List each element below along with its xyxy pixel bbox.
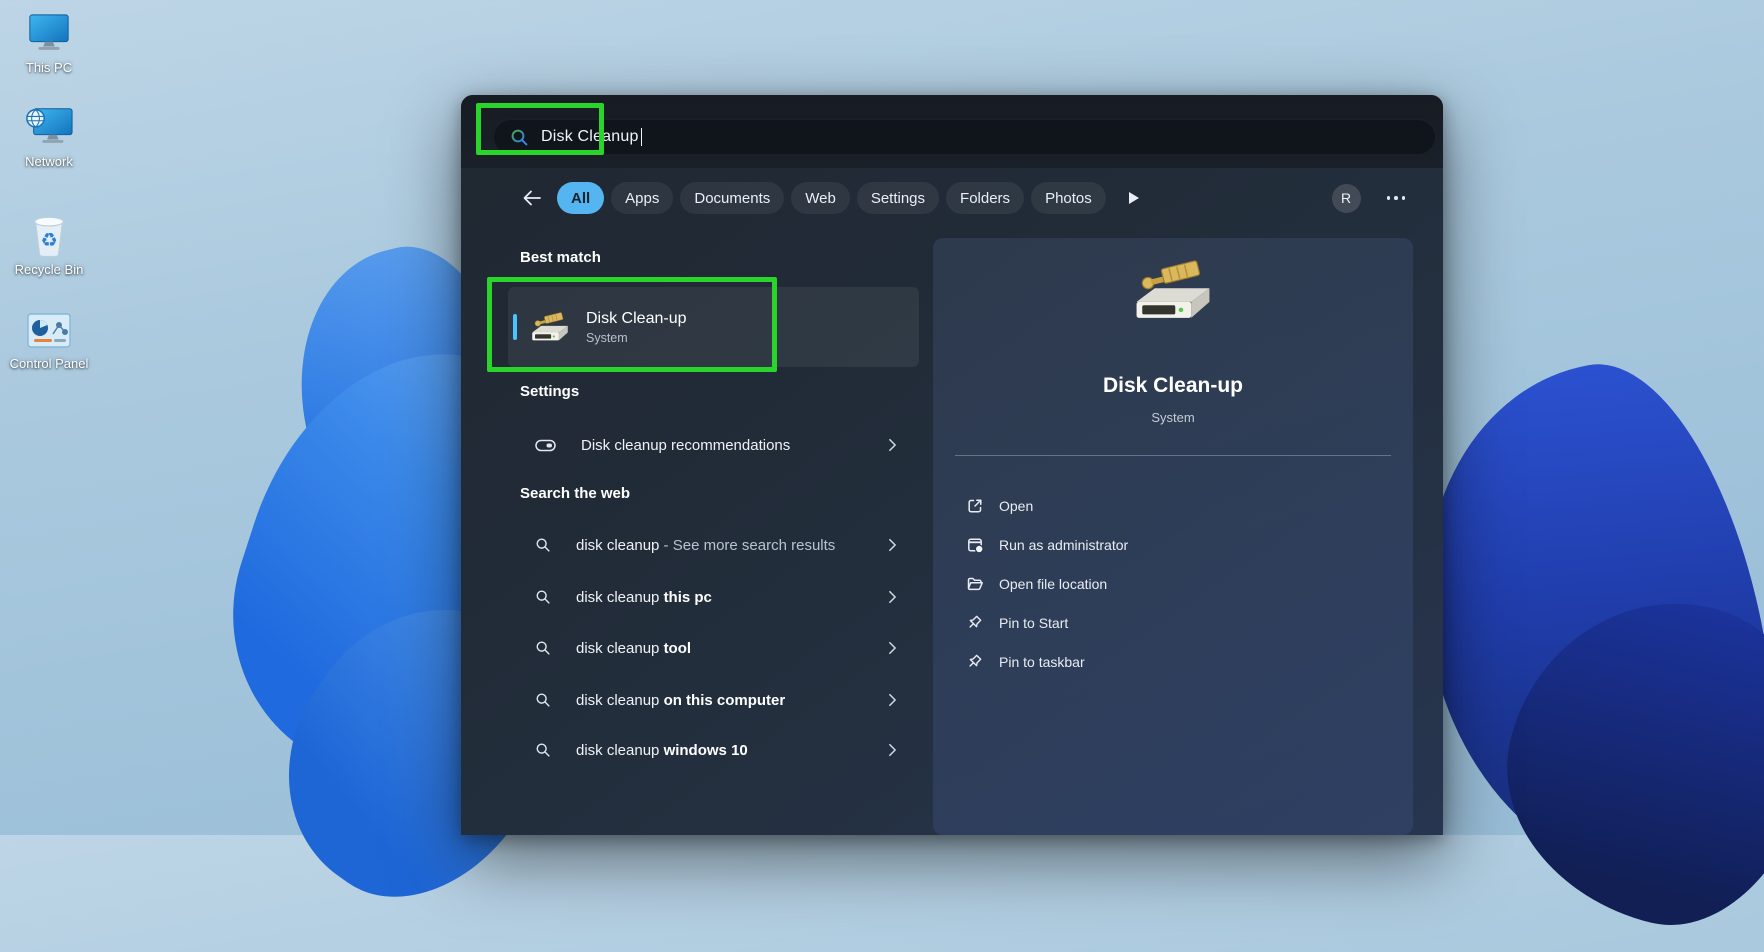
desktop-icon-control-panel[interactable]: Control Panel: [6, 306, 92, 371]
web-suggestion[interactable]: disk cleanup tool: [508, 626, 919, 670]
pin-icon: [965, 613, 984, 632]
tab-folders[interactable]: Folders: [946, 182, 1025, 214]
tab-settings[interactable]: Settings: [856, 182, 940, 214]
action-open-file-location[interactable]: Open file location: [933, 564, 1413, 603]
search-input[interactable]: Disk Cleanup: [493, 119, 1436, 155]
search-icon: [536, 641, 550, 655]
web-suggestion[interactable]: disk cleanup windows 10: [508, 728, 919, 772]
more-options-icon[interactable]: [1386, 196, 1405, 200]
search-icon: [511, 129, 528, 145]
disk-cleanup-icon: [1136, 260, 1210, 318]
this-pc-icon: [6, 10, 92, 56]
best-match-heading: Best match: [520, 249, 601, 266]
action-label: Pin to Start: [999, 614, 1069, 631]
search-flyout-panel: Disk Cleanup All Apps Documents Web Sett…: [461, 95, 1443, 835]
tab-apps[interactable]: Apps: [611, 182, 674, 214]
search-query-text: Disk Cleanup: [541, 128, 639, 145]
settings-result-disk-cleanup-recommendations[interactable]: Disk cleanup recommendations: [508, 423, 919, 467]
best-match-result[interactable]: Disk Clean-up System: [508, 287, 919, 367]
folder-open-icon: [965, 574, 984, 593]
suggestion-completion: on this computer: [663, 691, 786, 709]
best-match-subtitle: System: [586, 330, 628, 345]
action-label: Open file location: [999, 575, 1108, 592]
action-pin-to-start[interactable]: Pin to Start: [933, 603, 1413, 642]
svg-text:♻: ♻: [40, 228, 57, 251]
tab-web[interactable]: Web: [791, 182, 850, 214]
desktop-icon-this-pc[interactable]: This PC: [6, 10, 92, 75]
suggestion-query: disk cleanup: [576, 639, 664, 657]
selection-accent-bar: [513, 314, 517, 340]
action-label: Run as administrator: [999, 536, 1129, 553]
web-heading: Search the web: [520, 485, 631, 502]
search-icon: [536, 693, 550, 707]
suggestion-query: disk cleanup: [576, 691, 664, 709]
open-external-icon: [965, 496, 984, 515]
control-panel-icon: [6, 306, 92, 352]
action-label: Open: [999, 497, 1034, 514]
tabs-overflow-icon[interactable]: [1128, 192, 1139, 204]
back-arrow-icon: [523, 190, 541, 206]
web-suggestion[interactable]: disk cleanup this pc: [508, 575, 919, 619]
result-detail-pane: Disk Clean-up System Open Run as adminis…: [933, 238, 1413, 835]
windows-desktop: { "desktop": { "icons": [ {"label": "Thi…: [0, 0, 1764, 952]
best-match-title: Disk Clean-up: [586, 309, 687, 327]
tab-documents[interactable]: Documents: [680, 182, 785, 214]
settings-heading: Settings: [520, 383, 580, 400]
storage-drive-icon: [535, 439, 556, 451]
suggestion-completion: this pc: [663, 588, 712, 606]
tab-all[interactable]: All: [557, 182, 605, 214]
wallpaper-bloom-petal: [1475, 568, 1764, 952]
action-open[interactable]: Open: [933, 486, 1413, 525]
suggestion-completion: tool: [663, 639, 692, 657]
action-label: Pin to taskbar: [999, 653, 1085, 670]
text-cursor: [640, 128, 643, 146]
suggestion-query: disk cleanup: [576, 536, 660, 554]
detail-actions: Open Run as administrator Open file loca…: [933, 486, 1413, 681]
recycle-bin-icon: ♻: [6, 212, 92, 258]
disk-cleanup-icon: [532, 312, 568, 341]
chevron-right-icon: [889, 743, 896, 757]
action-run-as-administrator[interactable]: Run as administrator: [933, 525, 1413, 564]
pin-icon: [965, 652, 984, 671]
suggestion-query: disk cleanup: [576, 588, 664, 606]
chevron-right-icon: [889, 438, 896, 452]
suggestion-completion: windows 10: [663, 741, 748, 759]
web-suggestion[interactable]: disk cleanup on this computer: [508, 678, 919, 722]
action-pin-to-taskbar[interactable]: Pin to taskbar: [933, 642, 1413, 681]
chevron-right-icon: [889, 590, 896, 604]
desktop-icon-label: Recycle Bin: [14, 262, 84, 277]
search-icon: [536, 538, 550, 552]
suggestion-query: disk cleanup: [576, 741, 664, 759]
suggestion-see-more: - See more search results: [659, 536, 836, 554]
tab-photos[interactable]: Photos: [1031, 182, 1106, 214]
detail-divider: [955, 455, 1391, 456]
desktop-icon-label: Control Panel: [9, 356, 89, 371]
search-icon: [536, 590, 550, 604]
profile-avatar[interactable]: R: [1331, 183, 1361, 213]
search-filter-tabs: All Apps Documents Web Settings Folders …: [519, 179, 1405, 217]
detail-title: Disk Clean-up: [1102, 374, 1244, 397]
network-icon: [6, 104, 92, 150]
desktop-icon-label: Network: [25, 154, 73, 169]
admin-window-icon: [965, 535, 984, 554]
detail-subtitle: System: [1151, 410, 1195, 425]
wallpaper-bloom-petal: [1387, 343, 1764, 913]
settings-result-label: Disk cleanup recommendations: [581, 436, 791, 454]
search-icon: [536, 743, 550, 757]
desktop-icon-recycle-bin[interactable]: ♻ Recycle Bin: [6, 212, 92, 277]
chevron-right-icon: [889, 641, 896, 655]
chevron-right-icon: [889, 538, 896, 552]
web-suggestion[interactable]: disk cleanup - See more search results: [508, 523, 919, 567]
chevron-right-icon: [889, 693, 896, 707]
desktop-icon-network[interactable]: Network: [6, 104, 92, 169]
back-button[interactable]: [519, 185, 545, 211]
desktop-icon-label: This PC: [25, 60, 73, 75]
